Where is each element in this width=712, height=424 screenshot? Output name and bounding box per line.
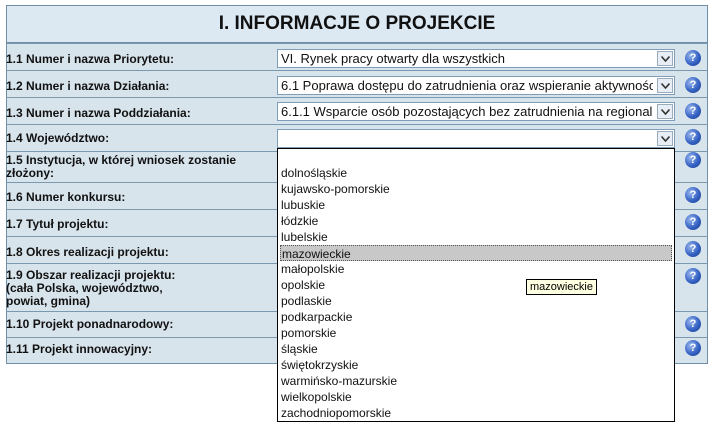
voivodeship-option[interactable]: podkarpackie [280, 309, 672, 325]
help-question-icon[interactable]: ? [685, 152, 701, 168]
help-question-icon[interactable]: ? [685, 268, 701, 284]
voivodeship-option[interactable]: pomorskie [280, 325, 672, 341]
voivodeship-option[interactable]: łódzkie [280, 213, 672, 229]
competition-number-label: 1.6 Numer konkursu: [6, 190, 126, 204]
chevron-down-icon[interactable] [657, 51, 673, 66]
project-title-label: 1.7 Tytuł projektu: [6, 217, 109, 231]
voivodeship-option[interactable]: kujawsko-pomorskie [280, 181, 672, 197]
help-question-icon[interactable]: ? [685, 214, 701, 230]
voivodeship-option[interactable]: śląskie [280, 341, 672, 357]
priority-select[interactable]: VI. Rynek pracy otwarty dla wszystkich [277, 49, 675, 68]
row-divider [6, 70, 708, 71]
chevron-down-icon[interactable] [657, 104, 673, 119]
voivodeship-option[interactable]: lubelskie [280, 229, 672, 245]
help-question-icon[interactable]: ? [685, 50, 701, 66]
voivodeship-option[interactable]: świętokrzyskie [280, 357, 672, 373]
voivodeship-option[interactable]: małopolskie [280, 261, 672, 277]
section-title-bar: I. INFORMACJE O PROJEKCIE [6, 5, 708, 43]
help-question-icon[interactable]: ? [685, 129, 701, 145]
option-tooltip: mazowieckie [526, 279, 597, 295]
help-question-icon[interactable]: ? [685, 340, 701, 356]
voivodeship-select[interactable] [277, 129, 675, 148]
period-label: 1.8 Okres realizacji projektu: [6, 245, 169, 259]
help-question-icon[interactable]: ? [685, 77, 701, 93]
help-question-icon[interactable]: ? [685, 187, 701, 203]
subaction-label: 1.3 Numer i nazwa Poddziałania: [6, 106, 191, 120]
section-title: I. INFORMACJE O PROJEKCIE [218, 13, 496, 34]
row-divider [6, 43, 708, 44]
area-label: 1.9 Obszar realizacji projektu: (cała Po… [6, 268, 176, 308]
voivodeship-label: 1.4 Województwo: [6, 131, 110, 145]
priority-label: 1.1 Numer i nazwa Priorytetu: [6, 52, 175, 66]
voivodeship-option[interactable]: zachodniopomorskie [280, 405, 672, 421]
help-question-icon[interactable]: ? [685, 316, 701, 332]
row-divider [6, 97, 708, 98]
chevron-down-icon[interactable] [657, 78, 673, 93]
institution-label: 1.5 Instytucja, w której wniosek zostani… [6, 153, 237, 180]
voivodeship-option[interactable]: opolskie [280, 277, 672, 293]
innovative-label: 1.11 Projekt innowacyjny: [6, 342, 153, 356]
help-question-icon[interactable]: ? [685, 103, 701, 119]
voivodeship-option[interactable]: podlaskie [280, 293, 672, 309]
action-label: 1.2 Numer i nazwa Działania: [6, 79, 170, 93]
subaction-select[interactable]: 6.1.1 Wsparcie osób pozostających bez za… [277, 102, 675, 121]
row-divider [6, 124, 708, 125]
voivodeship-option-hovered[interactable]: mazowieckie [280, 245, 672, 261]
voivodeship-option[interactable]: lubuskie [280, 197, 672, 213]
chevron-down-icon[interactable] [657, 131, 673, 146]
voivodeship-dropdown-list[interactable]: dolnośląskie kujawsko-pomorskie lubuskie… [277, 148, 675, 422]
help-question-icon[interactable]: ? [685, 241, 701, 257]
voivodeship-option[interactable]: warmińsko-mazurskie [280, 373, 672, 389]
voivodeship-option[interactable]: dolnośląskie [280, 165, 672, 181]
action-select[interactable]: 6.1 Poprawa dostępu do zatrudnienia oraz… [277, 76, 675, 95]
voivodeship-option[interactable]: wielkopolskie [280, 389, 672, 405]
transnational-label: 1.10 Projekt ponadnarodowy: [6, 317, 174, 331]
